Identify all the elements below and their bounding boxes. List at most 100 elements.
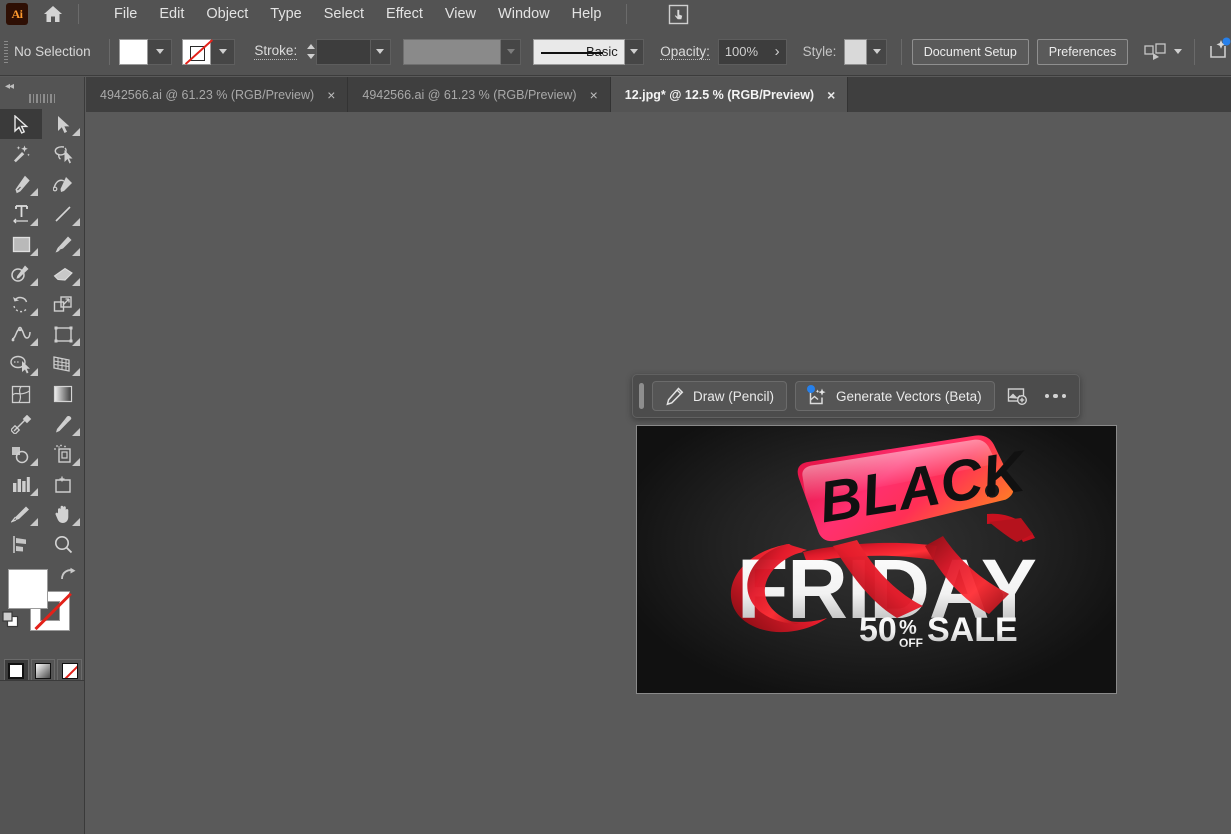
column-graph-tool[interactable] xyxy=(0,469,42,499)
menu-divider-2 xyxy=(626,4,628,24)
rectangle-tool[interactable] xyxy=(0,229,42,259)
line-segment-tool[interactable] xyxy=(42,199,84,229)
menu-file[interactable]: File xyxy=(103,2,148,26)
artwork-discount-off: OFF xyxy=(899,636,923,650)
fill-swatch[interactable] xyxy=(119,38,149,65)
stroke-weight-input[interactable] xyxy=(316,38,372,65)
stroke-swatch-group[interactable] xyxy=(182,38,236,65)
close-icon[interactable]: × xyxy=(327,88,335,102)
pen-tool[interactable] xyxy=(0,169,42,199)
column-graph-dup[interactable] xyxy=(42,439,84,469)
drag-handle[interactable] xyxy=(639,383,644,409)
width-tool[interactable] xyxy=(0,319,42,349)
align-tool[interactable] xyxy=(0,529,42,559)
beta-indicator-dot xyxy=(807,384,816,393)
tool-grid xyxy=(0,109,84,559)
draw-pencil-button[interactable]: Draw (Pencil) xyxy=(652,381,788,411)
menu-object[interactable]: Object xyxy=(195,2,259,26)
stroke-weight-label[interactable]: Stroke: xyxy=(254,43,298,60)
stepper-up-icon xyxy=(306,44,315,49)
symbol-sprayer-tool[interactable] xyxy=(0,439,42,469)
stepper-down-icon xyxy=(306,54,315,59)
fill-color-swatch[interactable] xyxy=(8,569,48,609)
generate-vectors-button[interactable]: Generate Vectors (Beta) xyxy=(795,381,995,411)
brush-definition-dropdown[interactable] xyxy=(624,38,645,65)
document-tab-3[interactable]: 12.jpg* @ 12.5 % (RGB/Preview) × xyxy=(610,77,849,112)
close-icon[interactable]: × xyxy=(827,88,835,102)
free-transform-tool[interactable] xyxy=(42,319,84,349)
menu-list: File Edit Object Type Select Effect View… xyxy=(103,2,612,26)
lasso-tool[interactable] xyxy=(42,139,84,169)
fill-dropdown-button[interactable] xyxy=(148,38,173,65)
menu-edit[interactable]: Edit xyxy=(148,2,195,26)
tab-label: 12.jpg* @ 12.5 % (RGB/Preview) xyxy=(624,87,815,102)
cb-divider-3 xyxy=(1194,38,1196,65)
slice-tool[interactable] xyxy=(0,499,42,529)
document-setup-button[interactable]: Document Setup xyxy=(911,38,1029,65)
menu-window[interactable]: Window xyxy=(487,2,561,26)
perspective-grid-tool[interactable] xyxy=(42,349,84,379)
mesh-tool[interactable] xyxy=(0,379,42,409)
collapse-panel-icon[interactable]: ◂◂ xyxy=(5,81,14,92)
share-document-button[interactable] xyxy=(1207,37,1231,66)
hand-tool[interactable] xyxy=(42,499,84,529)
stroke-preview-line xyxy=(540,51,603,54)
opacity-expand-icon[interactable]: › xyxy=(775,43,780,60)
shaper-tool[interactable] xyxy=(0,259,42,289)
artboard-tool[interactable] xyxy=(42,469,84,499)
scale-tool[interactable] xyxy=(42,289,84,319)
variable-width-dropdown[interactable] xyxy=(501,38,521,65)
document-tab-1[interactable]: 4942566.ai @ 61.23 % (RGB/Preview) × xyxy=(86,77,349,112)
type-tool[interactable] xyxy=(0,199,42,229)
black-friday-sale-banner[interactable]: BLACK FRIDAY 50 % OFF SALE xyxy=(636,425,1117,694)
menu-help[interactable]: Help xyxy=(561,2,613,26)
paintbrush-tool[interactable] xyxy=(42,229,84,259)
direct-selection-tool[interactable] xyxy=(42,109,84,139)
button-label: Draw (Pencil) xyxy=(693,388,775,404)
stroke-weight-dropdown[interactable] xyxy=(371,38,391,65)
selection-tool[interactable] xyxy=(0,109,42,139)
zoom-tool[interactable] xyxy=(42,529,84,559)
curvature-tool[interactable] xyxy=(42,169,84,199)
menu-bar: Ai File Edit Object Type Select Effect V… xyxy=(0,0,1231,28)
canvas-area[interactable]: Draw (Pencil) Generate Vectors (Beta) BL… xyxy=(86,112,1231,834)
tools-panel-grip[interactable] xyxy=(0,94,84,103)
eraser-tool[interactable] xyxy=(42,259,84,289)
more-dots-icon xyxy=(1044,393,1050,399)
document-tab-2[interactable]: 4942566.ai @ 61.23 % (RGB/Preview) × xyxy=(348,77,611,112)
close-icon[interactable]: × xyxy=(590,88,598,102)
stroke-weight-stepper[interactable] xyxy=(305,39,316,65)
blend-tool[interactable] xyxy=(0,409,42,439)
opacity-input[interactable]: 100% › xyxy=(717,38,787,65)
control-bar-grip[interactable] xyxy=(2,35,10,69)
magic-wand-tool[interactable] xyxy=(0,139,42,169)
stroke-swatch[interactable] xyxy=(182,38,212,65)
arrange-documents-control[interactable] xyxy=(1144,42,1183,62)
menu-view[interactable]: View xyxy=(434,2,487,26)
menu-select[interactable]: Select xyxy=(313,2,375,26)
menu-effect[interactable]: Effect xyxy=(375,2,434,26)
artwork-discount-number: 50 xyxy=(859,611,897,649)
place-image-button[interactable] xyxy=(1003,381,1033,411)
default-fill-stroke-icon[interactable] xyxy=(2,611,19,633)
stroke-dropdown-button[interactable] xyxy=(211,38,236,65)
touch-type-tool-icon[interactable] xyxy=(663,0,693,28)
eyedropper-tool[interactable] xyxy=(42,409,84,439)
graphic-style-dropdown[interactable] xyxy=(867,38,887,65)
more-options-button[interactable] xyxy=(1041,381,1071,411)
gradient-tool[interactable] xyxy=(42,379,84,409)
shape-builder-tool[interactable] xyxy=(0,349,42,379)
home-icon[interactable] xyxy=(36,0,70,28)
tools-panel-footer xyxy=(0,680,85,834)
fill-swatch-group[interactable] xyxy=(119,38,173,65)
preferences-button[interactable]: Preferences xyxy=(1036,38,1129,65)
graphic-style-swatch[interactable] xyxy=(844,38,868,65)
variable-width-profile-field[interactable] xyxy=(402,38,502,65)
pencil-icon xyxy=(666,386,684,405)
brush-definition-field[interactable]: Basic xyxy=(532,38,625,65)
rotate-tool[interactable] xyxy=(0,289,42,319)
swap-fill-stroke-icon[interactable] xyxy=(59,567,76,587)
opacity-label[interactable]: Opacity: xyxy=(660,44,710,60)
menu-type[interactable]: Type xyxy=(259,2,312,26)
fill-stroke-controls xyxy=(0,565,84,657)
